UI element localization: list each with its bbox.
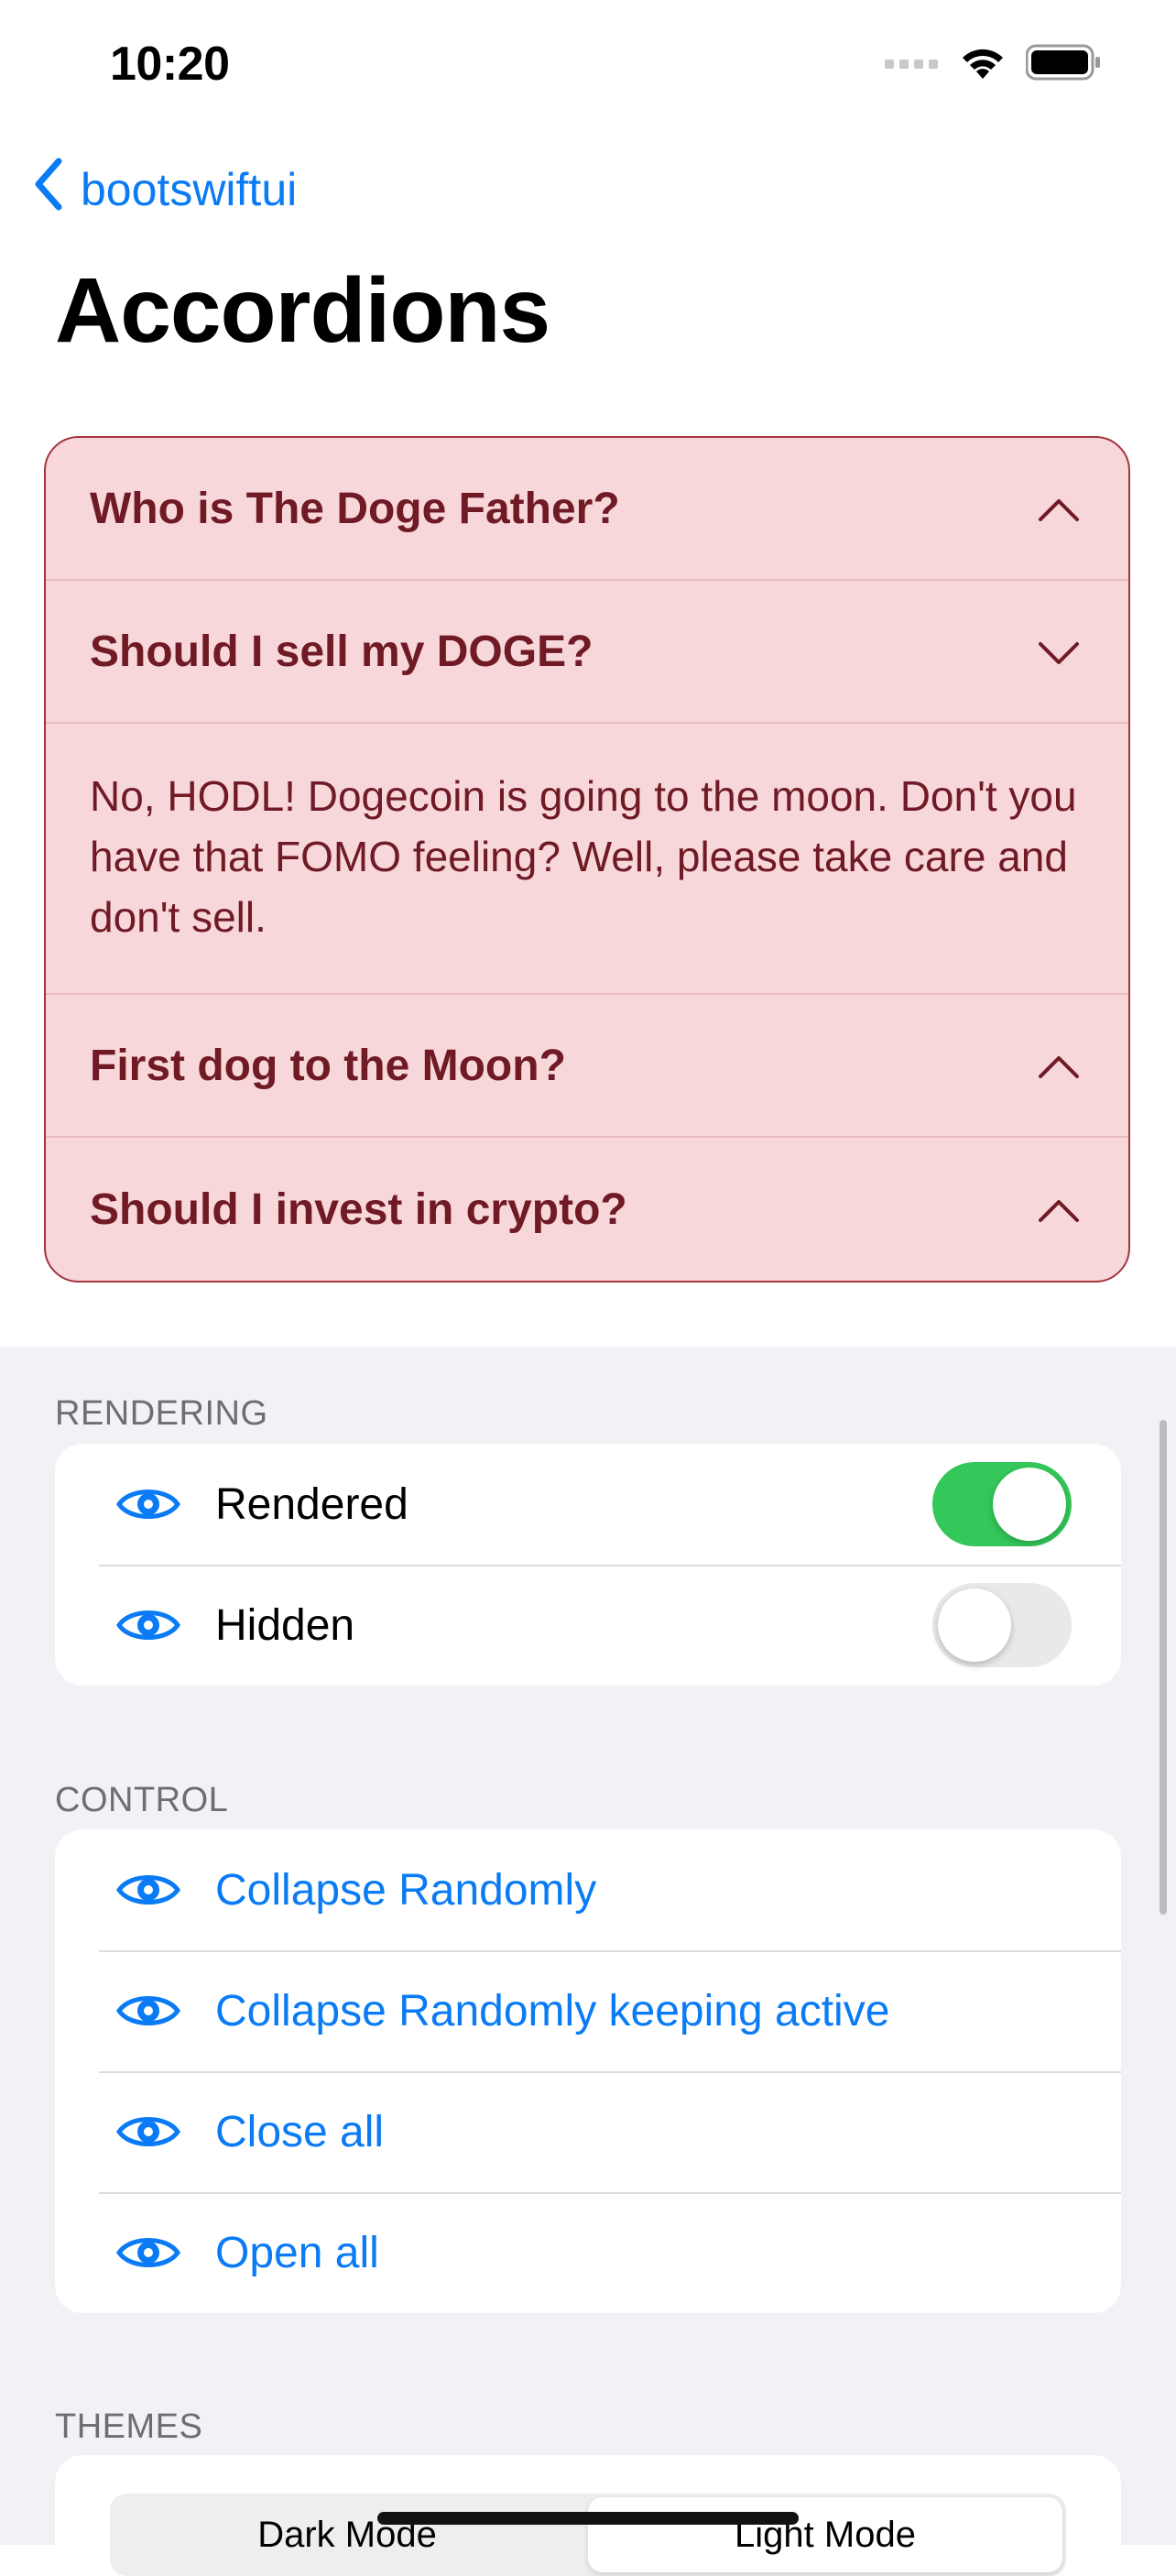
chevron-left-icon [33, 158, 81, 222]
accordion-header[interactable]: Should I invest in crypto? [46, 1138, 1128, 1281]
rendered-toggle[interactable] [932, 1462, 1072, 1546]
accordion-header[interactable]: Should I sell my DOGE? [46, 581, 1128, 724]
status-time: 10:20 [110, 38, 230, 91]
collapse-randomly-keeping-active-button[interactable]: Collapse Randomly keeping active [55, 1950, 1121, 2071]
rendered-row: Rendered [55, 1444, 1121, 1565]
chevron-down-icon [1037, 627, 1081, 677]
hidden-label: Hidden [215, 1600, 355, 1650]
accordion-title: First dog to the Moon? [90, 1041, 566, 1090]
cellular-signal-icon [885, 56, 940, 73]
open-all-button[interactable]: Open all [55, 2192, 1121, 2313]
open-all-label: Open all [215, 2228, 379, 2277]
accordion-header[interactable]: First dog to the Moon? [46, 995, 1128, 1138]
accordion-item: Who is The Doge Father? [46, 438, 1128, 581]
close-all-button[interactable]: Close all [55, 2071, 1121, 2192]
chevron-up-icon [1037, 1041, 1081, 1091]
accordion-item: Should I invest in crypto? [46, 1138, 1128, 1281]
accordion-item: First dog to the Moon? [46, 995, 1128, 1138]
collapse-randomly-button[interactable]: Collapse Randomly [55, 1829, 1121, 1950]
accordion-title: Should I invest in crypto? [90, 1184, 627, 1234]
battery-icon [1025, 44, 1101, 85]
accordion-title: Should I sell my DOGE? [90, 627, 593, 676]
eye-icon [115, 1484, 181, 1524]
accordion-body: No, HODL! Dogecoin is going to the moon.… [46, 724, 1128, 995]
back-button-label: bootswiftui [81, 164, 298, 215]
control-group: Collapse Randomly Collapse Randomly keep… [55, 1829, 1121, 2313]
eye-icon [115, 1870, 181, 1910]
wifi-icon [958, 44, 1007, 85]
chevron-up-icon [1037, 484, 1081, 534]
accordion-header[interactable]: Who is The Doge Father? [46, 438, 1128, 581]
toggle-knob [938, 1588, 1011, 1662]
settings-list[interactable]: RENDERING Rendered Hidden CONTROL Collap… [0, 1347, 1176, 2576]
section-header-control: CONTROL [55, 1781, 229, 1819]
accordion-title: Who is The Doge Father? [90, 484, 620, 533]
chevron-up-icon [1037, 1184, 1081, 1235]
collapse-randomly-label: Collapse Randomly [215, 1865, 597, 1915]
themes-group: Dark Mode Light Mode [55, 2455, 1121, 2576]
eye-icon [115, 1605, 181, 1645]
theme-segmented-control[interactable]: Dark Mode Light Mode [110, 2494, 1066, 2576]
home-indicator[interactable] [377, 2512, 799, 2525]
back-button[interactable]: bootswiftui [33, 158, 297, 222]
section-header-rendering: RENDERING [55, 1394, 268, 1433]
section-header-themes: THEMES [55, 2407, 203, 2446]
collapse-randomly-keeping-active-label: Collapse Randomly keeping active [215, 1986, 890, 2036]
eye-icon [115, 2112, 181, 2152]
hidden-row: Hidden [55, 1565, 1121, 1686]
eye-icon [115, 2232, 181, 2273]
page-title: Accordions [55, 259, 550, 362]
rendered-label: Rendered [215, 1479, 408, 1529]
status-icons [885, 44, 1101, 85]
accordion: Who is The Doge Father? Should I sell my… [44, 436, 1130, 1283]
toggle-knob [993, 1468, 1066, 1541]
hidden-toggle[interactable] [932, 1583, 1072, 1667]
close-all-label: Close all [215, 2107, 385, 2156]
scroll-indicator[interactable] [1160, 1420, 1167, 1915]
eye-icon [115, 1991, 181, 2031]
dark-mode-segment[interactable]: Dark Mode [110, 2494, 584, 2576]
status-bar: 10:20 [0, 0, 1176, 137]
rendering-group: Rendered Hidden [55, 1444, 1121, 1686]
accordion-item: Should I sell my DOGE? No, HODL! Dogecoi… [46, 581, 1128, 995]
light-mode-segment[interactable]: Light Mode [588, 2497, 1062, 2572]
